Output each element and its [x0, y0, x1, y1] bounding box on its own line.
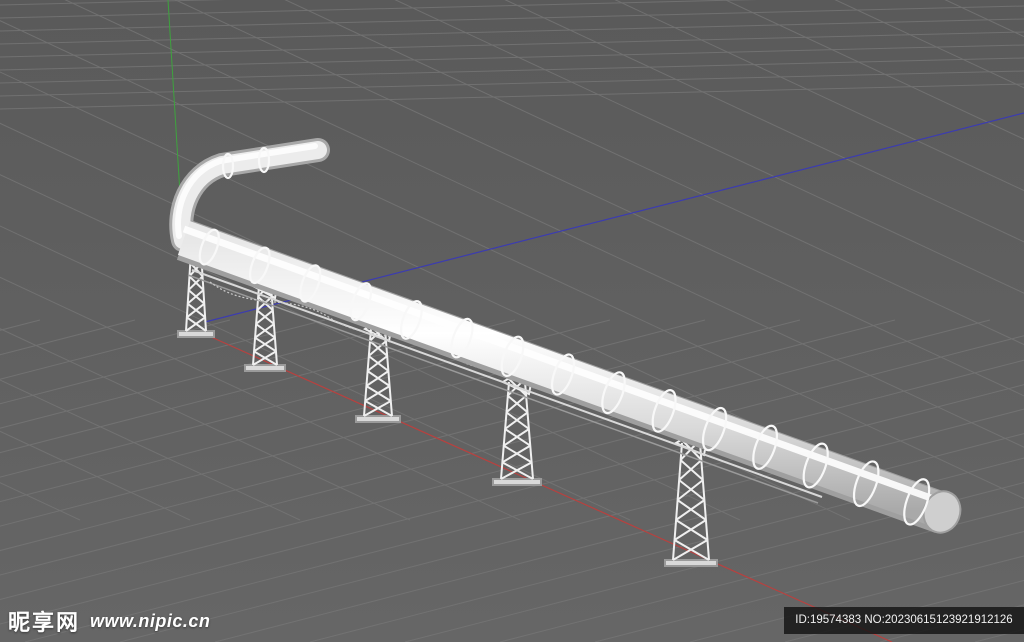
- tower-base-plate: [177, 330, 215, 338]
- tower-base-plate: [355, 415, 401, 423]
- tower-base-plate: [244, 364, 286, 372]
- 3d-viewport[interactable]: 昵享网 www.nipic.cn ID:19574383 NO:20230615…: [0, 0, 1024, 642]
- viewport-scene[interactable]: [0, 0, 1024, 642]
- tower-base-plate: [492, 478, 542, 486]
- tower-base-plate: [664, 559, 718, 567]
